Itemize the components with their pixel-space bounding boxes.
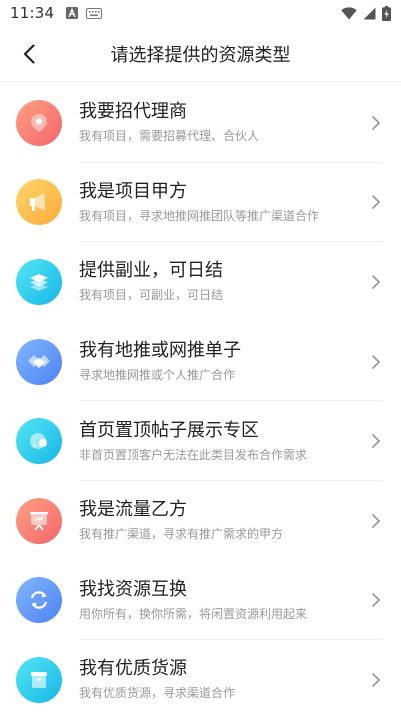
- item-subtitle: 寻求地推网推或个人推广合作: [79, 368, 236, 383]
- list-item-side-job[interactable]: 提供副业，可日结 我有项目，可副业，可日结: [0, 242, 401, 322]
- item-title: 我找资源互换: [79, 578, 187, 600]
- item-subtitle: 我有项目，需要招募代理、合伙人: [79, 129, 260, 144]
- exchange-icon: [16, 577, 62, 624]
- item-title: 我是流量乙方: [79, 499, 187, 521]
- keyboard-icon: [86, 7, 103, 19]
- font-a-icon: [66, 7, 79, 19]
- chevron-right-icon: [372, 275, 381, 289]
- nav-bar: 请选择提供的资源类型: [0, 26, 401, 82]
- chevron-right-icon: [372, 593, 381, 608]
- battery-charging-icon: [382, 5, 391, 21]
- presentation-icon: [16, 497, 62, 544]
- item-subtitle: 我有项目，寻求地推网推团队等推广渠道合作: [79, 208, 320, 223]
- status-system-icons: [341, 5, 391, 21]
- item-title: 我是项目甲方: [79, 180, 187, 202]
- status-bar: 11:34: [0, 0, 401, 26]
- chevron-right-icon: [372, 115, 381, 130]
- page-title: 请选择提供的资源类型: [110, 44, 291, 66]
- item-title: 首页置顶帖子展示专区: [79, 419, 259, 441]
- status-time: 11:34: [10, 4, 55, 22]
- item-title: 我要招代理商: [79, 101, 187, 123]
- item-title: 我有优质货源: [79, 658, 187, 680]
- chevron-right-icon: [372, 673, 381, 687]
- agent-icon: [16, 99, 62, 146]
- item-subtitle: 我有推广渠道，寻求有推广需求的甲方: [79, 527, 284, 542]
- chevron-right-icon: [372, 195, 381, 210]
- list-item-pinned-posts[interactable]: 首页置顶帖子展示专区 非首页置顶客户无法在此类目发布合作需求: [0, 401, 401, 481]
- wifi-icon: [341, 6, 357, 19]
- item-subtitle: 我有项目，可副业，可日结: [79, 288, 224, 303]
- chat-bubble-icon: [16, 418, 62, 465]
- item-subtitle: 用你所有，换你所需，将闲置资源利用起来: [79, 606, 308, 621]
- layers-icon: [16, 258, 62, 305]
- chevron-right-icon: [372, 434, 381, 449]
- item-title: 提供副业，可日结: [79, 260, 223, 282]
- list-item-project-owner[interactable]: 我是项目甲方 我有项目，寻求地推网推团队等推广渠道合作: [0, 163, 401, 243]
- list-item-traffic-provider[interactable]: 我是流量乙方 我有推广渠道，寻求有推广需求的甲方: [0, 481, 401, 561]
- chevron-right-icon: [372, 354, 381, 369]
- resource-type-list: 我要招代理商 我有项目，需要招募代理、合伙人 我是项目甲方 我有项目，寻求地推网…: [0, 83, 401, 714]
- list-item-find-agents[interactable]: 我要招代理商 我有项目，需要招募代理、合伙人: [0, 83, 401, 163]
- status-notification-icons: [66, 7, 103, 19]
- back-button[interactable]: [14, 39, 44, 69]
- megaphone-icon: [16, 179, 62, 226]
- item-title: 我有地推或网推单子: [79, 340, 241, 362]
- list-item-resource-exchange[interactable]: 我找资源互换 用你所有，换你所需，将闲置资源利用起来: [0, 561, 401, 641]
- signal-icon: [363, 7, 376, 19]
- back-arrow-icon: [23, 44, 35, 64]
- list-item-quality-goods[interactable]: 我有优质货源 我有优质货源，寻求渠道合作: [0, 640, 401, 714]
- item-subtitle: 我有优质货源，寻求渠道合作: [79, 686, 236, 701]
- chevron-right-icon: [372, 513, 381, 528]
- goods-box-icon: [16, 656, 62, 703]
- item-subtitle: 非首页置顶客户无法在此类目发布合作需求: [79, 447, 308, 462]
- list-item-promotion-orders[interactable]: 我有地推或网推单子 寻求地推网推或个人推广合作: [0, 322, 401, 402]
- handshake-icon: [16, 338, 62, 385]
